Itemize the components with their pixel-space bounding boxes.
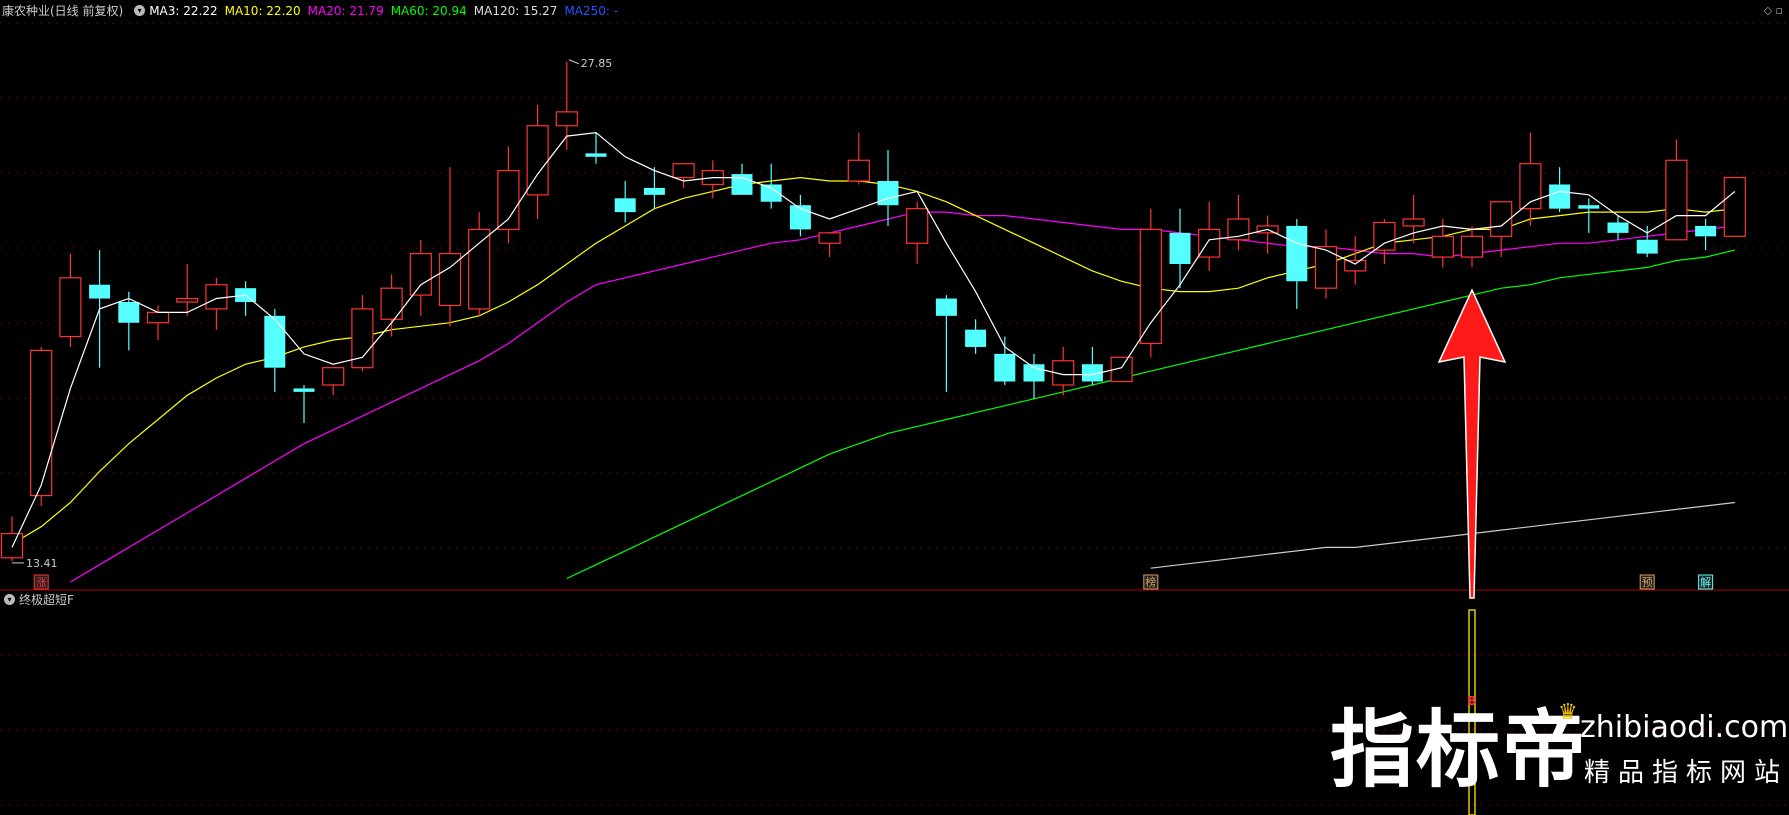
ma3-value: MA3: 22.22	[149, 4, 218, 18]
signal-arrow	[1437, 288, 1507, 599]
candle-up	[818, 232, 841, 244]
crown-icon: ♛	[1558, 700, 1578, 725]
candle-up	[0, 533, 24, 559]
ma60-value: MA60: 20.94	[390, 4, 467, 18]
candle-up	[1431, 235, 1454, 258]
candle-up	[1723, 176, 1746, 237]
candle-up	[1139, 228, 1162, 345]
candle-down	[994, 353, 1016, 382]
marker-label: 涨	[36, 576, 47, 589]
diamond-icon[interactable]: ◇	[1764, 4, 1772, 17]
sub-panel-title: 终极超短F	[19, 593, 74, 607]
candle-up	[555, 111, 578, 127]
watermark: 指标帝 ♛ zhibiaodi.com 精品指标网站	[1330, 700, 1789, 815]
candle-down	[585, 153, 607, 157]
marker-label: 解	[1700, 575, 1711, 589]
ma120-line	[1150, 501, 1735, 569]
candle-up	[847, 159, 870, 182]
candlestick-chart: 27.8513.41涨榜预解B	[0, 22, 1789, 815]
stock-name: 康农种业(日线 前复权)	[2, 4, 124, 18]
candle-down	[1549, 184, 1571, 209]
ma250-value: MA250: -	[564, 4, 619, 18]
candle-up	[1314, 246, 1338, 289]
panel-controls[interactable]: ◇ ▫	[1764, 4, 1783, 17]
candle-down	[1578, 205, 1600, 209]
candle-up	[1198, 228, 1221, 258]
candle-down	[1636, 239, 1658, 254]
candle-up	[176, 297, 199, 303]
candle-up	[146, 311, 170, 324]
candle-down	[935, 298, 957, 316]
high-pointer	[568, 59, 579, 65]
candle-up	[205, 284, 228, 310]
candle-down	[643, 187, 665, 195]
candle-up	[59, 277, 82, 338]
candle-down	[293, 388, 315, 392]
watermark-tagline: 精品指标网站	[1584, 758, 1789, 788]
candle-up	[409, 253, 432, 296]
candle-down	[1286, 225, 1308, 282]
candle-down	[1023, 364, 1045, 382]
candle-up	[1373, 221, 1396, 251]
candle-up	[1402, 218, 1425, 227]
dropdown-icon[interactable]: ▾	[134, 5, 146, 16]
sub-panel-header: ▾ 终极超短F	[0, 590, 74, 610]
candle-down	[89, 284, 111, 299]
dropdown-icon[interactable]: ▾	[4, 594, 15, 605]
candle-up	[380, 287, 403, 320]
candle-up	[1665, 159, 1688, 241]
candle-up	[1490, 201, 1513, 237]
candle-up	[1344, 259, 1367, 272]
candle-down	[264, 315, 286, 368]
candle-up	[30, 349, 53, 497]
candle-up	[672, 163, 695, 179]
marker-label: 预	[1642, 576, 1653, 589]
candle-up	[468, 228, 491, 310]
ma10-value: MA10: 22.20	[224, 4, 301, 18]
candle-down	[1607, 222, 1629, 233]
watermark-url: zhibiaodi.com	[1580, 710, 1789, 745]
ma20-line	[70, 211, 1735, 583]
candle-down	[877, 181, 899, 206]
candle-up	[906, 208, 929, 244]
marker-label: 榜	[1145, 575, 1156, 589]
high-price-label: 27.85	[581, 57, 613, 70]
candle-down	[1169, 232, 1191, 264]
ma20-value: MA20: 21.79	[307, 4, 384, 18]
candle-down	[118, 302, 140, 323]
candle-up	[1460, 235, 1484, 258]
candle-down	[614, 198, 636, 213]
watermark-brand: 指标帝	[1330, 701, 1589, 799]
candle-up	[497, 170, 520, 231]
square-icon[interactable]: ▫	[1776, 4, 1783, 17]
candle-down	[965, 329, 987, 347]
ma120-value: MA120: 15.27	[473, 4, 558, 18]
chart-header: 康农种业(日线 前复权) ▾ MA3: 22.22 MA10: 22.20 MA20: …	[0, 0, 1789, 22]
candle-down	[1695, 225, 1717, 237]
low-price-label: 13.41	[26, 557, 58, 570]
candle-up	[322, 367, 345, 386]
